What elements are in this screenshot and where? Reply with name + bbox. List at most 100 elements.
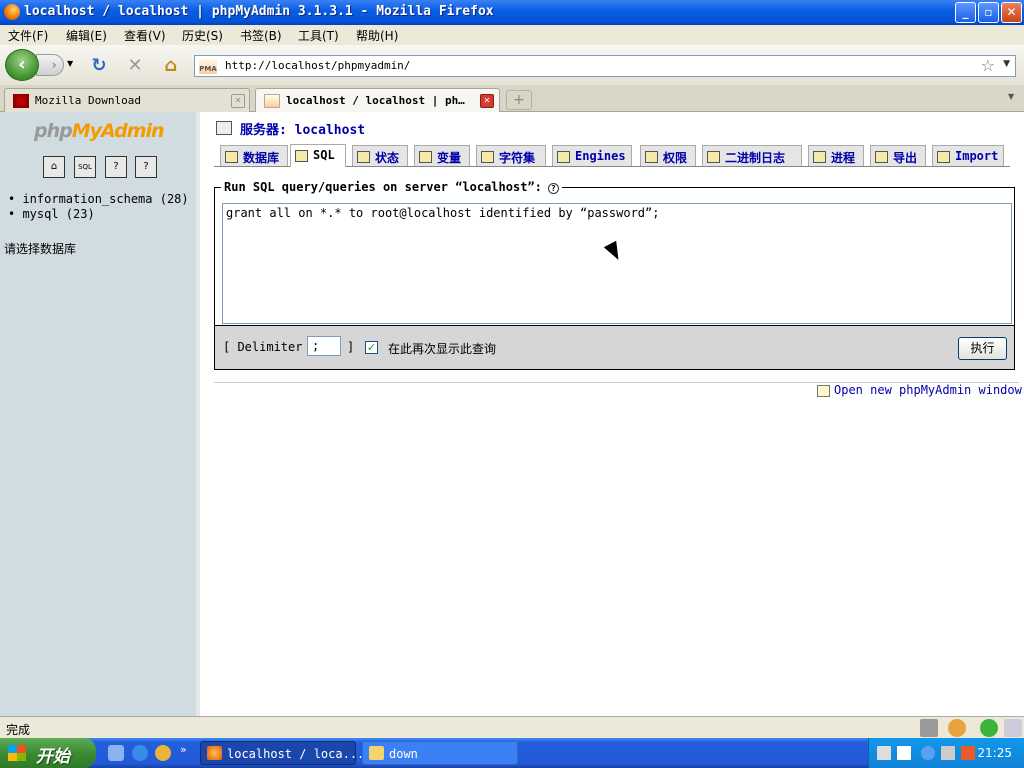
processes-icon — [813, 151, 826, 163]
database-mysql[interactable]: mysql (23) — [8, 207, 189, 222]
firefox-icon — [4, 4, 20, 20]
tab-binary-log[interactable]: 二进制日志 — [702, 145, 802, 166]
tab-close-icon[interactable]: ✕ — [231, 94, 245, 108]
taskbar: 开始 » localhost / loca... down 21:25 — [0, 738, 1024, 768]
tab-variables[interactable]: 变量 — [414, 145, 470, 166]
tab-status[interactable]: 状态 — [352, 145, 408, 166]
tab-phpmyadmin[interactable]: localhost / localhost | ph… ✕ — [255, 88, 500, 113]
url-dropdown-icon[interactable]: ▼ — [1003, 59, 1010, 69]
page-content: phpMyAdmin ⌂ SQL ? ? information_schema … — [0, 112, 1024, 716]
arrow-icon[interactable] — [921, 746, 935, 760]
sql-query-textarea[interactable]: grant all on *.* to root@localhost ident… — [222, 203, 1012, 324]
addon-icon[interactable] — [920, 719, 938, 737]
show-query-again-label[interactable]: 在此再次显示此查询 — [388, 340, 496, 357]
export-icon — [875, 151, 888, 163]
tab-export[interactable]: 导出 — [870, 145, 926, 166]
delimiter-bracket: ] — [347, 340, 355, 354]
menu-history[interactable]: 历史(S) — [182, 27, 223, 44]
tab-sql[interactable]: SQL — [290, 144, 346, 167]
server-tabs: 数据库 SQL 状态 变量 字符集 Engines 权限 二进制日志 进程 导出… — [214, 143, 1010, 167]
forward-button[interactable]: › — [36, 54, 64, 76]
smiley-icon[interactable] — [948, 719, 966, 737]
documentation-icon[interactable]: ? — [135, 156, 157, 178]
pma-tab-icon — [264, 94, 280, 108]
go-button[interactable]: 执行 — [958, 337, 1007, 360]
delimiter-label: [ Delimiter — [223, 340, 303, 354]
tab-databases[interactable]: 数据库 — [220, 145, 288, 166]
menu-view[interactable]: 查看(V) — [124, 27, 166, 44]
open-new-window-link[interactable]: Open new phpMyAdmin window — [817, 383, 1022, 397]
tab-privileges[interactable]: 权限 — [640, 145, 696, 166]
quicklaunch-expand-icon[interactable]: » — [180, 743, 187, 756]
home-icon[interactable]: ⌂ — [43, 156, 65, 178]
server-breadcrumb[interactable]: 服务器: localhost — [240, 119, 365, 138]
new-window-icon — [817, 385, 830, 397]
clock[interactable]: 21:25 — [977, 746, 1012, 760]
back-button[interactable]: ‹ — [5, 49, 39, 81]
check-icon[interactable] — [980, 719, 998, 737]
system-tray: 21:25 — [868, 738, 1024, 768]
tab-charsets[interactable]: 字符集 — [476, 145, 546, 166]
window-title-bar[interactable]: localhost / localhost | phpMyAdmin 3.1.3… — [0, 0, 1024, 25]
media-player-icon[interactable] — [155, 745, 171, 761]
new-tab-button[interactable]: + — [506, 90, 532, 110]
close-button[interactable]: ✕ — [1001, 2, 1022, 23]
tab-engines[interactable]: Engines — [552, 145, 632, 166]
help-icon[interactable]: ? — [547, 183, 559, 194]
phpmyadmin-logo[interactable]: phpMyAdmin — [34, 120, 165, 142]
database-list: information_schema (28) mysql (23) — [8, 192, 189, 222]
tab-list-icon[interactable]: ▼ — [1008, 92, 1014, 101]
menu-help[interactable]: 帮助(H) — [356, 27, 398, 44]
js-icon[interactable] — [1004, 719, 1022, 737]
home-icon[interactable]: ⌂ — [160, 55, 182, 77]
menu-file[interactable]: 文件(F) — [8, 27, 48, 44]
tab-close-icon[interactable]: ✕ — [480, 94, 494, 108]
status-text: 完成 — [6, 723, 31, 737]
window-title: localhost / localhost | phpMyAdmin 3.1.3… — [24, 4, 494, 19]
query-help-icon[interactable]: ? — [105, 156, 127, 178]
sql-query-legend: Run SQL query/queries on server “localho… — [221, 180, 562, 194]
binary-log-icon — [707, 151, 720, 163]
firefox-icon — [207, 746, 222, 760]
help-icon[interactable] — [897, 746, 911, 760]
url-bar[interactable]: PMA http://localhost/phpmyadmin/ ☆ ▼ — [194, 55, 1016, 77]
windows-logo-icon — [8, 745, 26, 761]
database-information-schema[interactable]: information_schema (28) — [8, 192, 188, 207]
server-icon — [216, 121, 232, 135]
site-favicon: PMA — [199, 58, 217, 74]
sql-window-icon[interactable]: SQL — [74, 156, 96, 178]
navigation-frame: phpMyAdmin ⌂ SQL ? ? information_schema … — [0, 112, 200, 716]
minimize-button[interactable]: _ — [955, 2, 976, 23]
query-controls: [ Delimiter ] ✓ 在此再次显示此查询 执行 — [214, 326, 1015, 370]
show-query-again-checkbox[interactable]: ✓ — [365, 341, 378, 354]
privileges-icon — [645, 151, 658, 163]
history-dropdown-icon[interactable]: ▼ — [67, 59, 73, 68]
taskbar-item-firefox[interactable]: localhost / loca... — [200, 741, 364, 765]
tab-label: Mozilla Download — [35, 94, 141, 107]
variables-icon — [419, 151, 432, 163]
delimiter-input[interactable] — [307, 336, 341, 356]
choose-database-hint: 请选择数据库 — [4, 242, 77, 256]
tab-import[interactable]: Import — [932, 145, 1004, 166]
network-icon[interactable] — [941, 746, 955, 760]
stop-icon[interactable]: ✕ — [124, 55, 146, 77]
maximize-button[interactable]: ▫ — [978, 2, 999, 23]
menu-bar: 文件(F) 编辑(E) 查看(V) 历史(S) 书签(B) 工具(T) 帮助(H… — [0, 25, 1024, 45]
taskbar-item-folder[interactable]: down — [362, 741, 518, 765]
bookmark-star-icon[interactable]: ☆ — [981, 56, 995, 75]
menu-bookmarks[interactable]: 书签(B) — [240, 27, 282, 44]
keyboard-icon[interactable] — [877, 746, 891, 760]
ie-icon[interactable] — [132, 745, 148, 761]
show-desktop-icon[interactable] — [108, 745, 124, 761]
security-icon[interactable] — [961, 746, 975, 760]
navigation-toolbar: › ‹ ▼ ↻ ✕ ⌂ PMA http://localhost/phpmyad… — [0, 45, 1024, 85]
tab-label: localhost / localhost | ph… — [286, 94, 465, 107]
reload-icon[interactable]: ↻ — [88, 55, 110, 77]
engines-icon — [557, 151, 570, 163]
url-text[interactable]: http://localhost/phpmyadmin/ — [225, 59, 410, 72]
import-icon — [937, 151, 950, 163]
menu-tools[interactable]: 工具(T) — [298, 27, 339, 44]
tab-mozilla-download[interactable]: Mozilla Download ✕ — [4, 88, 250, 112]
tab-processes[interactable]: 进程 — [808, 145, 864, 166]
menu-edit[interactable]: 编辑(E) — [66, 27, 107, 44]
